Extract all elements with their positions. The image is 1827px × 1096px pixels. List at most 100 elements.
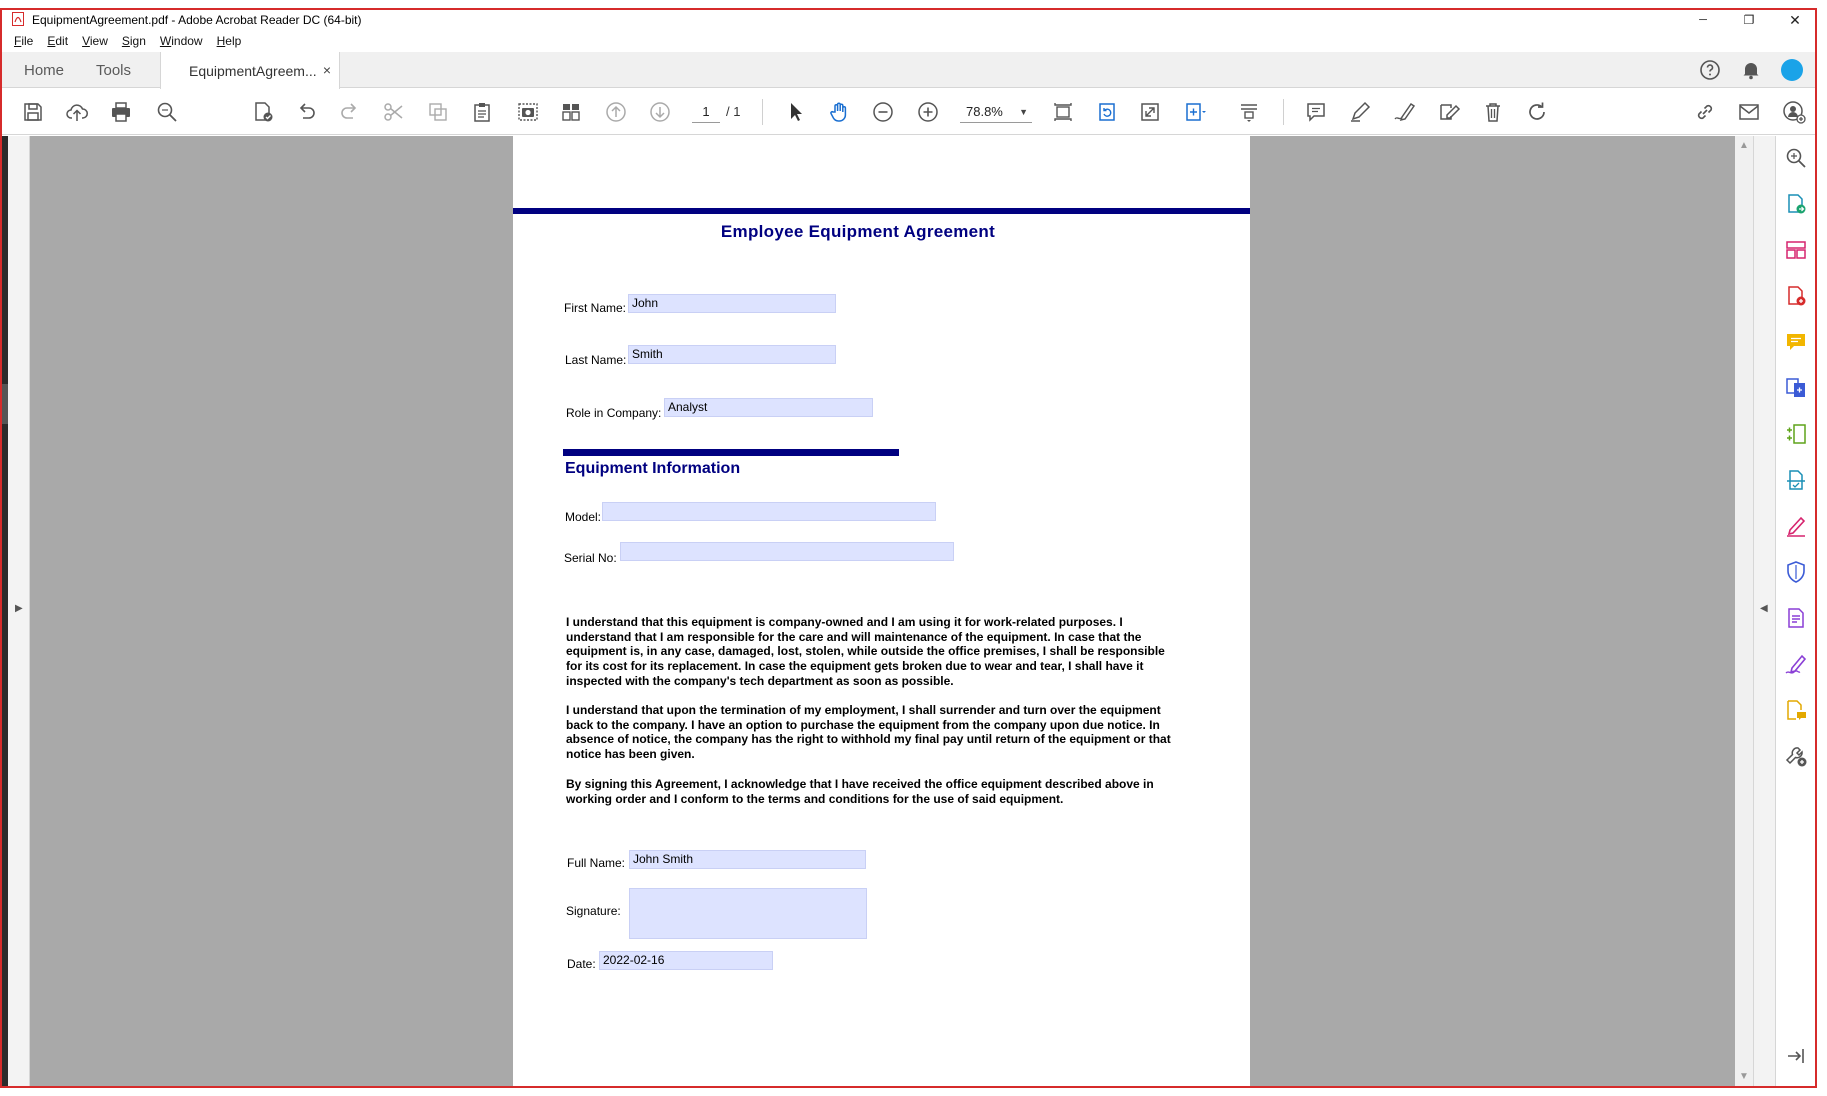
menu-sign[interactable]: Sign — [122, 34, 146, 48]
restore-button[interactable]: ❐ — [1727, 10, 1771, 30]
minus-circle-icon — [873, 102, 893, 122]
tool-prepare-form[interactable] — [1784, 606, 1808, 630]
tab-document[interactable]: EquipmentAgreem... × — [160, 52, 340, 89]
refresh-icon — [1529, 102, 1545, 120]
left-panel-toggle[interactable]: ▶ — [8, 136, 30, 1086]
tool-compress[interactable] — [1784, 422, 1808, 446]
collapse-right-icon: ◀ — [1760, 603, 1768, 614]
scan-icon — [1787, 470, 1805, 490]
tab-home[interactable]: Home — [24, 52, 64, 88]
undo-button[interactable] — [292, 98, 320, 126]
signature-field[interactable] — [629, 888, 867, 939]
tool-comment[interactable] — [1784, 330, 1808, 354]
help-icon[interactable] — [1698, 58, 1722, 82]
expand-icon — [1141, 103, 1159, 121]
tool-request-signature[interactable] — [1784, 652, 1808, 676]
select-tool-button[interactable] — [782, 98, 810, 126]
first-name-label: First Name: — [564, 301, 627, 315]
redo-button[interactable] — [336, 98, 364, 126]
add-comment-button[interactable] — [1302, 98, 1330, 126]
cut-button[interactable] — [380, 98, 408, 126]
find-button[interactable] — [153, 98, 181, 126]
last-name-field[interactable]: Smith — [628, 345, 836, 364]
tool-export-pdf[interactable] — [1784, 192, 1808, 216]
scroll-up-icon[interactable]: ▲ — [1739, 140, 1749, 151]
right-panel-toggle[interactable]: ◀ — [1753, 136, 1775, 1086]
draw-button[interactable] — [1391, 98, 1419, 126]
fill-sign-button[interactable] — [1435, 98, 1463, 126]
user-avatar-icon[interactable] — [1780, 58, 1804, 82]
reset-button[interactable] — [1523, 98, 1551, 126]
close-icon: ✕ — [1789, 11, 1801, 28]
serial-field[interactable] — [620, 542, 954, 561]
vertical-scrollbar[interactable]: ▲ ▼ — [1735, 136, 1753, 1086]
print-button[interactable] — [107, 98, 135, 126]
save-button[interactable] — [19, 98, 47, 126]
zoom-out-button[interactable] — [869, 98, 897, 126]
tool-send-for-comments[interactable] — [1784, 698, 1808, 722]
share-link-button[interactable] — [1691, 98, 1719, 126]
menu-edit[interactable]: Edit — [47, 34, 68, 48]
first-name-field[interactable]: John — [628, 294, 836, 313]
fit-page-button[interactable] — [1049, 98, 1077, 126]
close-tab-icon[interactable]: × — [323, 62, 331, 78]
delete-button[interactable] — [1479, 98, 1507, 126]
full-name-field[interactable]: John Smith — [629, 850, 866, 869]
scroll-mode-icon — [1241, 104, 1257, 122]
close-window-button[interactable]: ✕ — [1773, 10, 1817, 30]
edit-form-icon — [1440, 104, 1461, 120]
role-field[interactable]: Analyst — [664, 398, 873, 417]
minimize-button[interactable]: ─ — [1681, 10, 1725, 30]
previous-page-button[interactable] — [602, 98, 630, 126]
clipboard-icon — [474, 103, 490, 122]
organize-pages-button[interactable] — [557, 98, 585, 126]
menu-view[interactable]: View — [82, 34, 108, 48]
document-canvas[interactable]: Employee Equipment Agreement First Name:… — [30, 136, 1735, 1086]
rotate-page-icon — [1099, 103, 1115, 121]
next-page-button[interactable] — [646, 98, 674, 126]
model-field[interactable] — [602, 502, 936, 521]
rotate-view-button[interactable] — [1093, 98, 1121, 126]
tool-fill-sign[interactable] — [1784, 514, 1808, 538]
zoom-in-button[interactable] — [914, 98, 942, 126]
menu-help[interactable]: Help — [217, 34, 242, 48]
menu-file[interactable]: File — [14, 34, 33, 48]
collapse-tools-pane-button[interactable] — [1784, 1044, 1808, 1068]
hand-tool-button[interactable] — [825, 98, 853, 126]
fill-sign-pen-icon — [1787, 516, 1806, 537]
notification-bell-icon[interactable] — [1739, 58, 1763, 82]
last-name-label: Last Name: — [565, 353, 627, 367]
tab-tools[interactable]: Tools — [96, 52, 131, 88]
date-field[interactable]: 2022-02-16 — [599, 951, 773, 970]
tool-protect[interactable] — [1784, 560, 1808, 584]
highlight-button[interactable] — [1346, 98, 1374, 126]
export-pdf-icon — [1788, 194, 1806, 214]
tool-organize-pages[interactable] — [1784, 238, 1808, 262]
menu-window[interactable]: Window — [160, 34, 203, 48]
tool-search-zoom[interactable] — [1784, 146, 1808, 170]
email-button[interactable] — [1735, 98, 1763, 126]
share-user-button[interactable] — [1780, 98, 1808, 126]
pencil-squiggle-icon — [1394, 102, 1416, 122]
cloud-upload-icon — [66, 104, 88, 121]
zoom-level-select[interactable]: 78.8% ▼ — [960, 101, 1032, 123]
scroll-down-icon[interactable]: ▼ — [1739, 1071, 1749, 1082]
tool-scan-ocr[interactable] — [1784, 468, 1808, 492]
copy-icon — [429, 103, 447, 121]
copy-button[interactable] — [424, 98, 452, 126]
tool-combine-files[interactable] — [1784, 376, 1808, 400]
tool-more-tools[interactable] — [1784, 744, 1808, 768]
verify-signature-button[interactable] — [249, 98, 277, 126]
scissors-icon — [384, 103, 403, 121]
page-number-input[interactable] — [692, 101, 720, 123]
paste-button[interactable] — [468, 98, 496, 126]
snapshot-button[interactable] — [514, 98, 542, 126]
full-screen-button[interactable] — [1136, 98, 1164, 126]
trash-icon — [1486, 103, 1500, 122]
upload-button[interactable] — [63, 98, 91, 126]
read-mode-button[interactable] — [1235, 98, 1263, 126]
zoom-search-icon — [1786, 148, 1806, 168]
page-display-button[interactable] — [1182, 98, 1210, 126]
tool-create-pdf[interactable] — [1784, 284, 1808, 308]
document-title: Employee Equipment Agreement — [720, 222, 996, 241]
